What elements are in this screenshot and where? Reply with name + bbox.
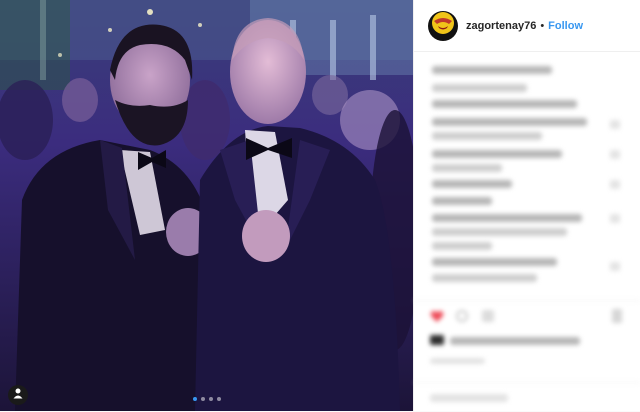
carousel-dot (216, 397, 221, 401)
post-actions (414, 300, 640, 331)
post-sidebar: zagortenay76 • Follow (413, 0, 640, 411)
username-link[interactable]: zagortenay76 (466, 20, 536, 32)
bookmark-icon[interactable] (612, 309, 622, 323)
likes-line (414, 332, 640, 372)
post-photo-art (0, 0, 413, 411)
header-separator: • (540, 19, 545, 32)
post-header: zagortenay76 • Follow (414, 0, 640, 52)
carousel-indicator (0, 397, 413, 401)
follow-button[interactable]: Follow (548, 20, 583, 32)
tagged-people-button[interactable] (8, 385, 28, 405)
person-icon (12, 386, 24, 404)
avatar[interactable] (428, 10, 458, 41)
heart-icon[interactable] (430, 310, 444, 328)
comments-area (414, 52, 640, 297)
comment-icon[interactable] (456, 310, 468, 322)
carousel-dot (208, 397, 213, 401)
share-icon[interactable] (482, 310, 494, 322)
post-photo[interactable] (0, 0, 413, 411)
add-comment-area (414, 382, 640, 412)
carousel-dot (200, 397, 205, 401)
zagor-avatar-icon (431, 11, 455, 40)
carousel-dot (192, 397, 197, 401)
